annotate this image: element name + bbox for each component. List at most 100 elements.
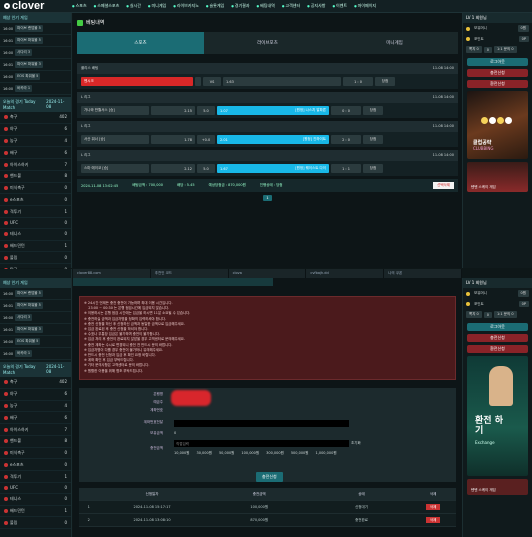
team-cell[interactable]: 서산 워너 [승]	[81, 135, 149, 144]
odds1-cell[interactable]: 1.78	[151, 135, 195, 144]
draw-cell[interactable]: VS	[203, 77, 221, 86]
bottom-banner[interactable]: 텐텐 스케이 게임	[467, 162, 528, 192]
league-row[interactable]: 배구 6	[0, 412, 71, 425]
stat-button[interactable]: 쪽지 0	[466, 46, 482, 53]
nav-item[interactable]: 공지사항	[307, 3, 326, 9]
account-request-field[interactable]	[174, 420, 349, 427]
stat-button[interactable]: 0	[483, 46, 493, 53]
schedule-row[interactable]: 16:01 파이브 파워볼 3	[0, 59, 71, 71]
league-row[interactable]: UFC 0	[0, 218, 71, 229]
schedule-row[interactable]: 16:00 사다리 3	[0, 47, 71, 59]
schedule-row[interactable]: 16:00 바카라 1	[0, 348, 71, 360]
result-badge[interactable]: 당첨	[363, 164, 383, 173]
exchange-button[interactable]: 환전신청	[467, 345, 528, 353]
submit-charge-button[interactable]: 충전신청	[256, 472, 283, 482]
result-badge[interactable]: 당첨	[363, 135, 383, 144]
league-row[interactable]: 볼링 0	[0, 517, 71, 530]
league-row[interactable]: 핸드볼 8	[0, 171, 71, 183]
browser-tab[interactable]: 추천인 코드	[151, 269, 229, 278]
draw-cell[interactable]: 5.0	[197, 106, 215, 115]
league-row[interactable]: 미식축구 0	[0, 448, 71, 460]
nav-item[interactable]: 실시간	[126, 3, 141, 9]
exchange-button[interactable]: 환전신청	[467, 80, 528, 88]
nav-item[interactable]: 경기결과	[231, 3, 250, 9]
schedule-row[interactable]: 16:00 바카라 1	[0, 83, 71, 95]
amount-button[interactable]: 1,000,000원	[316, 451, 337, 456]
team-cell[interactable]: 멘시크	[81, 77, 193, 86]
delete-button[interactable]: 삭제	[425, 503, 441, 510]
exchange-banner[interactable]: 환전 하기 Exchange	[467, 356, 528, 476]
league-row[interactable]: 배드민턴 1	[0, 241, 71, 253]
league-row[interactable]: 아이스하키 7	[0, 159, 71, 171]
amount-button[interactable]: 10,000원	[174, 451, 189, 456]
league-row[interactable]: 축구 402	[0, 377, 71, 389]
nav-item[interactable]: 스페셜스포츠	[94, 3, 119, 9]
league-row[interactable]: 볼링 0	[0, 252, 71, 265]
draw-cell[interactable]: 5.0	[197, 164, 215, 173]
nav-item[interactable]: 라이브카지노	[173, 3, 199, 9]
charge-button[interactable]: 충전신청	[467, 69, 528, 77]
bottom-banner-2[interactable]: 텐텐 스케이 게임	[467, 479, 528, 495]
charge-amount-input[interactable]: 직접입력	[174, 440, 349, 447]
schedule-row[interactable]: 16:00 EOS 파워볼 5	[0, 71, 71, 83]
page-button[interactable]: 1	[263, 195, 272, 201]
schedule-row[interactable]: 16:01 파이브 파워볼 5	[0, 35, 71, 47]
league-row[interactable]: 배구 6	[0, 147, 71, 160]
result-badge[interactable]: 당첨	[375, 77, 395, 86]
stat-button[interactable]: 쪽지 0	[466, 311, 482, 318]
odds1-cell[interactable]	[195, 77, 201, 86]
league-row[interactable]: e스포츠 0	[0, 459, 71, 472]
odds1-cell[interactable]: 2.15	[151, 106, 195, 115]
amount-button[interactable]: 100,000원	[241, 451, 259, 456]
league-row[interactable]: e스포츠 0	[0, 194, 71, 207]
away-cell[interactable]: 1.63	[223, 77, 341, 86]
logout-button[interactable]: 로그아웃	[467, 58, 528, 66]
league-row[interactable]: 배드민턴 1	[0, 506, 71, 518]
nav-item[interactable]: 미니게임	[148, 3, 167, 9]
league-row[interactable]: 아이스하키 7	[0, 424, 71, 436]
charge-button[interactable]: 충전신청	[467, 334, 528, 342]
league-row[interactable]: 테니스 0	[0, 229, 71, 241]
logout-button[interactable]: 로그아웃	[467, 323, 528, 331]
result-badge[interactable]: 당첨	[363, 106, 383, 115]
nav-item[interactable]: 마이페이지	[354, 3, 376, 9]
league-row[interactable]: 야구 6	[0, 124, 71, 136]
browser-tab[interactable]: clover88.com	[73, 269, 151, 278]
tab-2[interactable]: 미니게임	[331, 32, 458, 54]
tab-1[interactable]: 라이브포츠	[204, 32, 331, 54]
nav-item[interactable]: 고객센터	[282, 3, 300, 9]
stat-button[interactable]: 0	[483, 311, 493, 318]
league-row[interactable]: 테니스 0	[0, 494, 71, 506]
browser-tab[interactable]: cvfbajh.dd	[306, 269, 385, 278]
league-row[interactable]: 미식축구 0	[0, 183, 71, 195]
odds1-cell[interactable]: 2.12	[151, 164, 195, 173]
schedule-row[interactable]: 16:01 파이브 파워볼 5	[0, 300, 71, 312]
amount-button[interactable]: 500,000원	[291, 451, 309, 456]
logo[interactable]: clover	[0, 0, 72, 12]
nav-item[interactable]: 이벤트	[332, 3, 347, 9]
nav-item[interactable]: 베팅내역	[257, 3, 275, 9]
team-cell[interactable]: 가나와 만월서스 [승]	[81, 106, 149, 115]
away-cell[interactable]: 1.07 [원정] 나스치 알파론	[217, 106, 329, 115]
league-row[interactable]: 격투기 1	[0, 206, 71, 219]
league-row[interactable]: 농구 4	[0, 401, 71, 413]
browser-tab[interactable]: 나의 쿠폰	[384, 269, 462, 278]
clubbing-banner[interactable]: 클럽공략 CLUBBING	[467, 91, 528, 159]
schedule-row[interactable]: 16:00 파이브 랜덤볼 5	[0, 23, 71, 35]
schedule-row[interactable]: 16:00 사다리 3	[0, 312, 71, 324]
league-row[interactable]: UFC 0	[0, 483, 71, 494]
clear-button[interactable]: 초기화	[351, 441, 361, 446]
stat-button[interactable]: 1:1 문의 0	[494, 46, 517, 53]
schedule-row[interactable]: 16:01 파이브 파워볼 3	[0, 324, 71, 336]
draw-cell[interactable]: +0.0	[197, 135, 215, 144]
nav-item[interactable]: 스포츠	[72, 3, 87, 9]
amount-button[interactable]: 50,000원	[219, 451, 234, 456]
schedule-row[interactable]: 16:00 EOS 파워볼 5	[0, 336, 71, 348]
league-row[interactable]: 축구 402	[0, 112, 71, 124]
league-row[interactable]: 핸드볼 8	[0, 436, 71, 448]
league-row[interactable]: 야구 6	[0, 389, 71, 401]
tab-0[interactable]: 스포츠	[77, 32, 204, 54]
delete-selected-button[interactable]: 선택삭제	[433, 182, 454, 189]
amount-button[interactable]: 30,000원	[196, 451, 211, 456]
away-cell[interactable]: 1.67 [원정] 웨이스트 다이	[217, 164, 329, 173]
